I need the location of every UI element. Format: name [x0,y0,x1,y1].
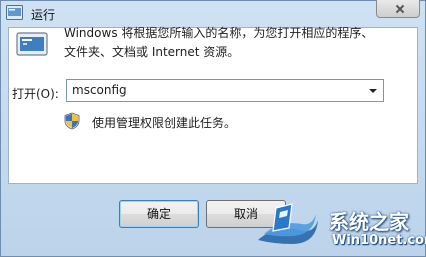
open-label: 打开(O): [12,87,59,101]
open-combobox[interactable]: msconfig [66,79,384,102]
watermark-title: 系统之家 [329,210,409,234]
close-icon[interactable] [376,0,420,18]
program-icon [16,32,48,56]
run-icon [6,5,23,20]
chevron-down-icon[interactable] [369,89,377,93]
admin-note: 使用管理权限创建此任务。 [92,116,237,130]
description-line-2: 文件夹、文档或 Internet 资源。 [64,45,240,59]
watermark-site: Win10net.com [332,233,426,248]
window-title: 运行 [31,8,56,22]
dialog-description: Windows 将根据您所输入的名称，为您打开相应的程序、 文件夹、文档或 In… [64,24,394,62]
open-input[interactable]: msconfig [72,83,127,97]
uac-shield-icon [64,112,80,130]
watermark-logo [258,203,318,244]
description-line-1: Windows 将根据您所输入的名称，为您打开相应的程序、 [64,26,374,40]
ok-button[interactable]: 确定 [119,200,199,228]
run-dialog: 运行 Windows 将根据您所输入的名称，为您打开相应的程序、 文件夹、文档或… [0,0,426,257]
